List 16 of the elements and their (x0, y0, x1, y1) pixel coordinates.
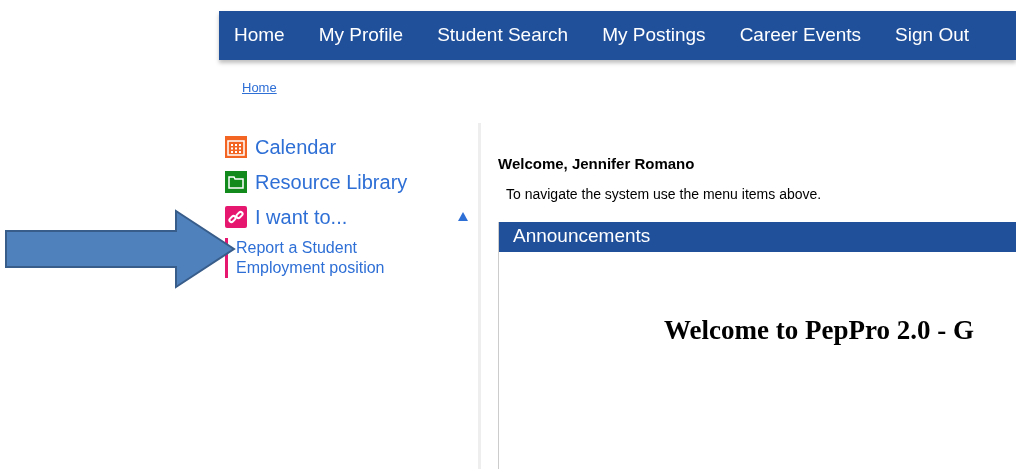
welcome-title: Welcome, Jennifer Romano (498, 154, 696, 174)
nav-link[interactable]: Sign Out (895, 21, 969, 50)
submenu-link[interactable]: Report a Student Employment position (236, 238, 416, 278)
announcement-heading: Welcome to PepPro 2.0 - G (663, 313, 975, 347)
nav-link[interactable]: My Profile (318, 21, 404, 50)
announcements-header: Announcements (499, 221, 1016, 252)
sidebar-link[interactable]: I want to... (255, 201, 348, 232)
nav-link[interactable]: Home (234, 21, 285, 50)
sidebar-link[interactable]: Resource Library (255, 166, 408, 197)
welcome-text: To navigate the system use the menu items above. (505, 184, 823, 204)
nav-link[interactable]: Career Events (739, 21, 862, 50)
caret-icon[interactable] (458, 212, 468, 221)
nav-link[interactable]: My Postings (602, 21, 706, 50)
sidebar-link[interactable]: Calendar (255, 131, 337, 162)
nav-link[interactable]: Student Search (437, 21, 569, 50)
breadcrumb-link[interactable]: Home (242, 80, 277, 95)
